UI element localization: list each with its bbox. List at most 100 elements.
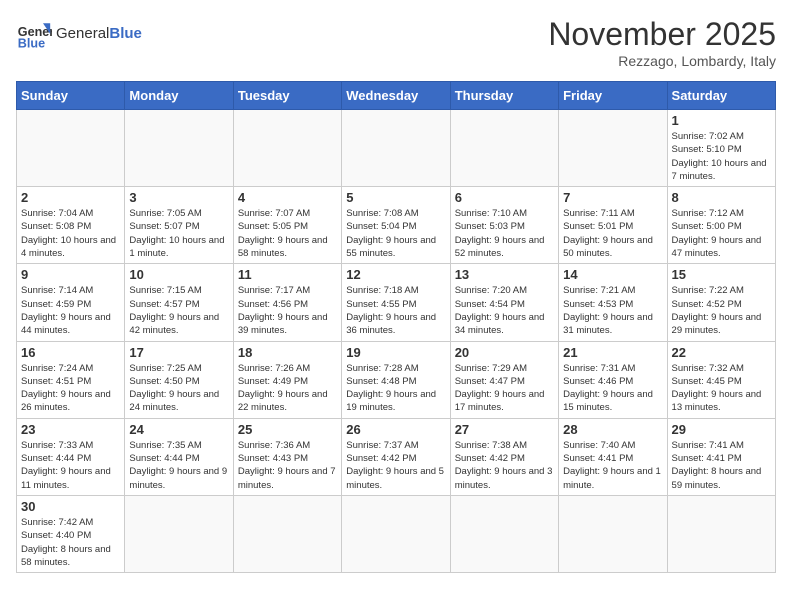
day-info: Sunrise: 7:32 AM Sunset: 4:45 PM Dayligh… — [672, 362, 771, 415]
calendar-cell: 3 Sunrise: 7:05 AM Sunset: 5:07 PM Daylig… — [125, 187, 233, 264]
weekday-header-wednesday: Wednesday — [342, 82, 450, 110]
day-info: Sunrise: 7:35 AM Sunset: 4:44 PM Dayligh… — [129, 439, 228, 492]
logo-blue: Blue — [109, 25, 142, 42]
day-number: 26 — [346, 422, 445, 437]
calendar-cell: 16 Sunrise: 7:24 AM Sunset: 4:51 PM Dayli… — [17, 341, 125, 418]
calendar-cell: 27Sunrise: 7:38 AM Sunset: 4:42 PM Dayli… — [450, 418, 558, 495]
calendar-cell — [450, 110, 558, 187]
day-number: 23 — [21, 422, 120, 437]
calendar-cell — [125, 110, 233, 187]
weekday-header-friday: Friday — [559, 82, 667, 110]
day-info: Sunrise: 7:41 AM Sunset: 4:41 PM Dayligh… — [672, 439, 771, 492]
calendar-cell: 11 Sunrise: 7:17 AM Sunset: 4:56 PM Dayli… — [233, 264, 341, 341]
calendar-cell: 24 Sunrise: 7:35 AM Sunset: 4:44 PM Dayli… — [125, 418, 233, 495]
logo-general: General — [56, 25, 109, 42]
day-info: Sunrise: 7:25 AM Sunset: 4:50 PM Dayligh… — [129, 362, 228, 415]
calendar-cell: 7 Sunrise: 7:11 AM Sunset: 5:01 PM Daylig… — [559, 187, 667, 264]
day-info: Sunrise: 7:10 AM Sunset: 5:03 PM Dayligh… — [455, 207, 554, 260]
calendar-cell: 23 Sunrise: 7:33 AM Sunset: 4:44 PM Dayli… — [17, 418, 125, 495]
weekday-header-saturday: Saturday — [667, 82, 775, 110]
calendar-week-3: 16 Sunrise: 7:24 AM Sunset: 4:51 PM Dayli… — [17, 341, 776, 418]
day-info: Sunrise: 7:11 AM Sunset: 5:01 PM Dayligh… — [563, 207, 662, 260]
calendar-cell: 1Sunrise: 7:02 AM Sunset: 5:10 PM Daylig… — [667, 110, 775, 187]
day-info: Sunrise: 7:33 AM Sunset: 4:44 PM Dayligh… — [21, 439, 120, 492]
calendar-cell: 25Sunrise: 7:36 AM Sunset: 4:43 PM Dayli… — [233, 418, 341, 495]
day-number: 13 — [455, 267, 554, 282]
day-info: Sunrise: 7:07 AM Sunset: 5:05 PM Dayligh… — [238, 207, 337, 260]
day-info: Sunrise: 7:04 AM Sunset: 5:08 PM Dayligh… — [21, 207, 120, 260]
day-number: 17 — [129, 345, 228, 360]
day-number: 15 — [672, 267, 771, 282]
title-area: November 2025 Rezzago, Lombardy, Italy — [548, 16, 776, 69]
day-number: 6 — [455, 190, 554, 205]
day-number: 20 — [455, 345, 554, 360]
calendar-cell: 28Sunrise: 7:40 AM Sunset: 4:41 PM Dayli… — [559, 418, 667, 495]
day-number: 4 — [238, 190, 337, 205]
calendar-cell — [667, 495, 775, 572]
day-number: 3 — [129, 190, 228, 205]
calendar-cell: 4 Sunrise: 7:07 AM Sunset: 5:05 PM Daylig… — [233, 187, 341, 264]
calendar-cell — [342, 110, 450, 187]
day-info: Sunrise: 7:36 AM Sunset: 4:43 PM Dayligh… — [238, 439, 337, 492]
day-number: 5 — [346, 190, 445, 205]
day-number: 30 — [21, 499, 120, 514]
calendar-cell: 22Sunrise: 7:32 AM Sunset: 4:45 PM Dayli… — [667, 341, 775, 418]
calendar-week-4: 23 Sunrise: 7:33 AM Sunset: 4:44 PM Dayli… — [17, 418, 776, 495]
svg-text:Blue: Blue — [18, 37, 45, 51]
page-header: General Blue GeneralBlue November 2025 R… — [16, 16, 776, 69]
calendar-cell — [125, 495, 233, 572]
day-number: 1 — [672, 113, 771, 128]
calendar-cell: 9 Sunrise: 7:14 AM Sunset: 4:59 PM Daylig… — [17, 264, 125, 341]
day-info: Sunrise: 7:24 AM Sunset: 4:51 PM Dayligh… — [21, 362, 120, 415]
month-title: November 2025 — [548, 16, 776, 53]
day-number: 11 — [238, 267, 337, 282]
day-number: 12 — [346, 267, 445, 282]
day-info: Sunrise: 7:38 AM Sunset: 4:42 PM Dayligh… — [455, 439, 554, 492]
day-number: 14 — [563, 267, 662, 282]
calendar-week-5: 30 Sunrise: 7:42 AM Sunset: 4:40 PM Dayli… — [17, 495, 776, 572]
day-info: Sunrise: 7:14 AM Sunset: 4:59 PM Dayligh… — [21, 284, 120, 337]
weekday-header-row: SundayMondayTuesdayWednesdayThursdayFrid… — [17, 82, 776, 110]
weekday-header-thursday: Thursday — [450, 82, 558, 110]
day-number: 21 — [563, 345, 662, 360]
day-info: Sunrise: 7:08 AM Sunset: 5:04 PM Dayligh… — [346, 207, 445, 260]
calendar-cell: 21 Sunrise: 7:31 AM Sunset: 4:46 PM Dayli… — [559, 341, 667, 418]
calendar-cell — [17, 110, 125, 187]
day-number: 29 — [672, 422, 771, 437]
day-info: Sunrise: 7:31 AM Sunset: 4:46 PM Dayligh… — [563, 362, 662, 415]
day-info: Sunrise: 7:05 AM Sunset: 5:07 PM Dayligh… — [129, 207, 228, 260]
day-info: Sunrise: 7:22 AM Sunset: 4:52 PM Dayligh… — [672, 284, 771, 337]
day-number: 10 — [129, 267, 228, 282]
calendar-cell — [450, 495, 558, 572]
day-number: 9 — [21, 267, 120, 282]
day-info: Sunrise: 7:28 AM Sunset: 4:48 PM Dayligh… — [346, 362, 445, 415]
day-info: Sunrise: 7:12 AM Sunset: 5:00 PM Dayligh… — [672, 207, 771, 260]
calendar-table: SundayMondayTuesdayWednesdayThursdayFrid… — [16, 81, 776, 573]
weekday-header-monday: Monday — [125, 82, 233, 110]
day-info: Sunrise: 7:29 AM Sunset: 4:47 PM Dayligh… — [455, 362, 554, 415]
day-number: 19 — [346, 345, 445, 360]
day-info: Sunrise: 7:20 AM Sunset: 4:54 PM Dayligh… — [455, 284, 554, 337]
day-number: 16 — [21, 345, 120, 360]
calendar-cell — [342, 495, 450, 572]
calendar-cell: 18Sunrise: 7:26 AM Sunset: 4:49 PM Dayli… — [233, 341, 341, 418]
day-number: 24 — [129, 422, 228, 437]
calendar-cell: 8Sunrise: 7:12 AM Sunset: 5:00 PM Daylig… — [667, 187, 775, 264]
calendar-cell: 6 Sunrise: 7:10 AM Sunset: 5:03 PM Daylig… — [450, 187, 558, 264]
calendar-cell: 13 Sunrise: 7:20 AM Sunset: 4:54 PM Dayli… — [450, 264, 558, 341]
calendar-cell: 12Sunrise: 7:18 AM Sunset: 4:55 PM Dayli… — [342, 264, 450, 341]
day-number: 7 — [563, 190, 662, 205]
day-info: Sunrise: 7:37 AM Sunset: 4:42 PM Dayligh… — [346, 439, 445, 492]
calendar-cell: 2Sunrise: 7:04 AM Sunset: 5:08 PM Daylig… — [17, 187, 125, 264]
calendar-cell — [559, 110, 667, 187]
day-info: Sunrise: 7:42 AM Sunset: 4:40 PM Dayligh… — [21, 516, 120, 569]
calendar-cell — [233, 495, 341, 572]
calendar-cell: 5 Sunrise: 7:08 AM Sunset: 5:04 PM Daylig… — [342, 187, 450, 264]
calendar-week-2: 9 Sunrise: 7:14 AM Sunset: 4:59 PM Daylig… — [17, 264, 776, 341]
calendar-cell: 26 Sunrise: 7:37 AM Sunset: 4:42 PM Dayli… — [342, 418, 450, 495]
logo-icon: General Blue — [16, 16, 52, 52]
day-info: Sunrise: 7:17 AM Sunset: 4:56 PM Dayligh… — [238, 284, 337, 337]
logo: General Blue GeneralBlue — [16, 16, 142, 52]
day-number: 28 — [563, 422, 662, 437]
day-number: 18 — [238, 345, 337, 360]
